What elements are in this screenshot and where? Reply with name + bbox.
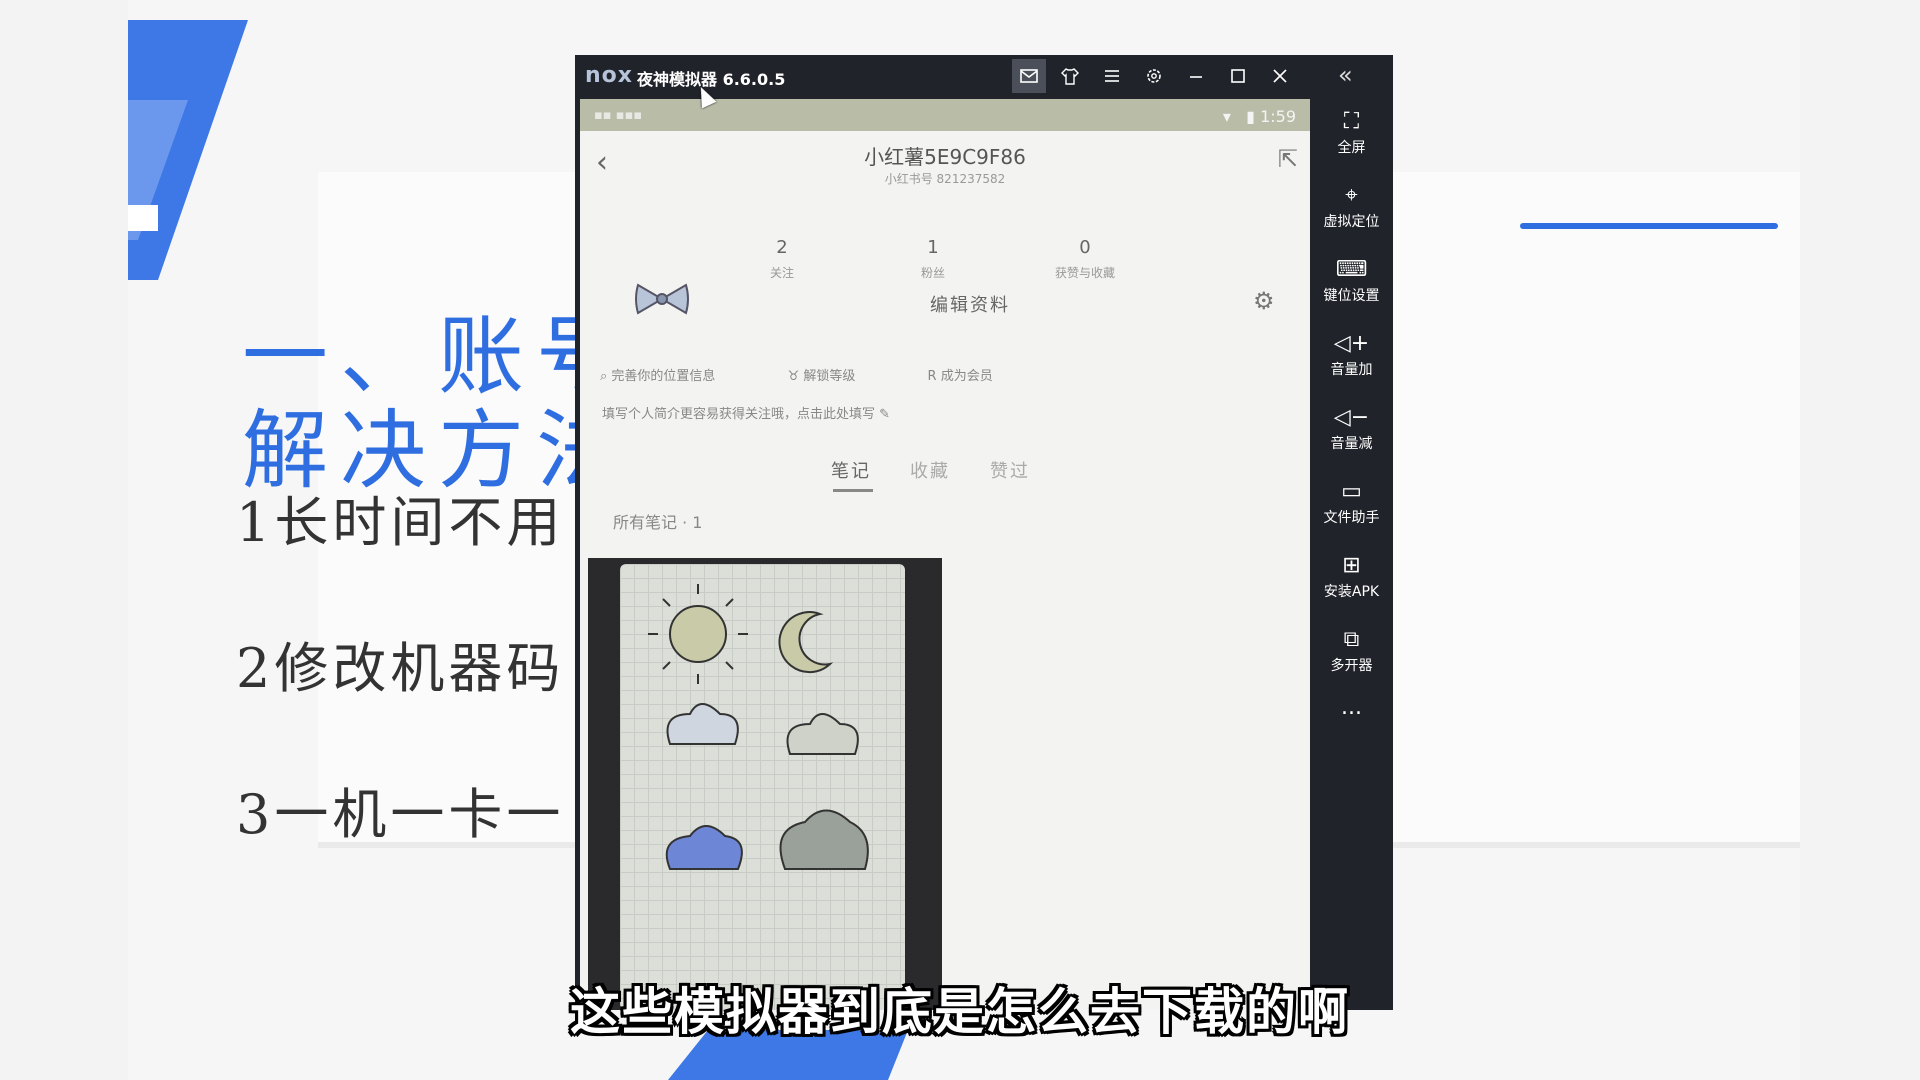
status-left-icons: ▪▪ ▪▪▪ xyxy=(594,108,643,123)
tab-liked[interactable]: 赞过 xyxy=(990,457,1030,483)
sidebar-item-volume-up[interactable]: ◁+ 音量加 xyxy=(1310,331,1393,379)
tab-notes[interactable]: 笔记 xyxy=(831,457,871,483)
maximize-icon[interactable] xyxy=(1221,59,1255,93)
emulator-sidebar: « ⛶ 全屏 ⌖ 虚拟定位 ⌨ 键位设置 ◁+ 音量加 ◁− 音量减 ▭ 文件助… xyxy=(1310,55,1393,1010)
wifi-icon: ▾ xyxy=(1222,107,1231,126)
close-icon[interactable] xyxy=(1263,59,1297,93)
tab-indicator xyxy=(833,489,873,492)
chip-member-label: 成为会员 xyxy=(940,369,993,384)
sidebar-item-label: 安装APK xyxy=(1323,584,1380,600)
bio-prompt[interactable]: 填写个人简介更容易获得关注哦，点击此处填写 ✎ xyxy=(602,403,890,422)
sidebar-item-label: 全屏 xyxy=(1337,140,1366,156)
pencil-icon: ✎ xyxy=(879,407,891,422)
bio-prompt-text: 填写个人简介更容易获得关注哦，点击此处填写 xyxy=(602,407,876,422)
more-icon: ... xyxy=(1341,695,1362,720)
chip-level-label: 解锁等级 xyxy=(803,369,856,384)
note-card[interactable] xyxy=(588,558,942,1010)
profile-page: ‹ 小红薯5E9C9F86 小红书号 821237582 ⇱ 2 关注 1 粉丝… xyxy=(580,131,1310,1010)
sidebar-item-multi-instance[interactable]: ⧉ 多开器 xyxy=(1310,627,1393,675)
battery-icon: ▮ xyxy=(1246,107,1255,126)
stat-following-label: 关注 xyxy=(769,266,794,280)
slide-item-1: 1长时间不用 xyxy=(236,491,565,554)
volume-up-icon: ◁+ xyxy=(1333,331,1370,356)
gear-icon[interactable] xyxy=(1137,59,1171,93)
sidebar-item-keymap[interactable]: ⌨ 键位设置 xyxy=(1310,257,1393,305)
stat-followers[interactable]: 1 粉丝 xyxy=(863,237,1003,281)
all-notes-count: 所有笔记 · 1 xyxy=(613,513,703,532)
stat-likes-label: 获赞与收藏 xyxy=(1054,266,1115,280)
video-subtitle: 这些模拟器到底是怎么去下载的啊 xyxy=(570,983,1350,1041)
stat-following-value: 2 xyxy=(776,237,788,258)
sidebar-item-volume-down[interactable]: ◁− 音量减 xyxy=(1310,405,1393,453)
mail-icon[interactable] xyxy=(1012,59,1046,93)
minimize-icon[interactable] xyxy=(1179,59,1213,93)
sidebar-item-label: 音量减 xyxy=(1330,436,1373,452)
fullscreen-icon: ⛶ xyxy=(1343,109,1360,134)
profile-id: 小红书号 821237582 xyxy=(884,172,1006,186)
android-screen[interactable]: ▪▪ ▪▪▪ ▾ ▮ 1:59 ‹ 小红薯5E9C9F86 小红书号 82123… xyxy=(580,99,1310,1010)
sidebar-item-install-apk[interactable]: ⊞ 安装APK xyxy=(1310,553,1393,601)
profile-chips: ⌕ 完善你的位置信息 ♉ 解锁等级 R 成为会员 xyxy=(600,365,1061,384)
profile-name: 小红薯5E9C9F86 xyxy=(864,145,1026,169)
slide-item-2: 2修改机器码 xyxy=(236,637,565,700)
stat-followers-label: 粉丝 xyxy=(920,266,945,280)
sidebar-item-label: 文件助手 xyxy=(1323,510,1380,526)
sidebar-item-label: 键位设置 xyxy=(1323,288,1380,304)
status-time: 1:59 xyxy=(1260,107,1296,126)
sidebar-item-file-helper[interactable]: ▭ 文件助手 xyxy=(1310,479,1393,527)
avatar[interactable] xyxy=(632,279,692,319)
chip-member[interactable]: R 成为会员 xyxy=(928,369,1027,384)
slide-item-3: 3一机一卡一 xyxy=(236,783,565,846)
share-icon[interactable]: ⇱ xyxy=(1278,145,1298,173)
sidebar-item-label: 虚拟定位 xyxy=(1323,214,1380,230)
chip-level[interactable]: ♉ 解锁等级 xyxy=(788,369,890,384)
settings-gear-icon[interactable]: ⚙ xyxy=(1253,287,1275,315)
sidebar-item-location[interactable]: ⌖ 虚拟定位 xyxy=(1310,183,1393,231)
location-icon: ⌖ xyxy=(1345,183,1358,208)
note-image xyxy=(620,564,905,1010)
volume-down-icon: ◁− xyxy=(1333,405,1370,430)
multi-instance-icon: ⧉ xyxy=(1343,627,1360,652)
weather-stickers-image xyxy=(648,584,869,870)
emulator-title: 夜神模拟器 6.6.0.5 xyxy=(637,70,786,89)
sidebar-item-fullscreen[interactable]: ⛶ 全屏 xyxy=(1310,109,1393,157)
nox-logo: nox xyxy=(585,63,633,88)
chip-location-label: 完善你的位置信息 xyxy=(611,369,716,384)
status-right: ▾ ▮ 1:59 xyxy=(1223,107,1296,126)
emulator-window: nox 夜神模拟器 6.6.0.5 ▪▪ ▪▪▪ ▾ ▮ 1:59 ‹ 小红薯5… xyxy=(575,55,1393,1010)
stat-likes-value: 0 xyxy=(1079,237,1091,258)
sidebar-item-more[interactable]: ... xyxy=(1310,695,1393,721)
chip-location[interactable]: ⌕ 完善你的位置信息 xyxy=(600,369,749,384)
stat-following[interactable]: 2 关注 xyxy=(712,237,852,281)
monitor-icon: ▭ xyxy=(1341,479,1362,504)
double-chevron-left-icon[interactable]: « xyxy=(1338,61,1353,89)
edit-profile-button[interactable]: 编辑资料 xyxy=(930,291,1010,317)
sidebar-item-label: 多开器 xyxy=(1330,658,1373,674)
slide-corner-decoration xyxy=(128,20,248,280)
sidebar-item-label: 音量加 xyxy=(1330,362,1373,378)
android-status-bar: ▪▪ ▪▪▪ ▾ ▮ 1:59 xyxy=(580,99,1310,131)
emulator-titlebar[interactable]: nox 夜神模拟器 6.6.0.5 xyxy=(575,55,1310,97)
tab-collections[interactable]: 收藏 xyxy=(910,457,950,483)
menu-icon[interactable] xyxy=(1095,59,1129,93)
stat-followers-value: 1 xyxy=(927,237,939,258)
slide-accent-bar xyxy=(1520,223,1778,229)
stat-likes[interactable]: 0 获赞与收藏 xyxy=(1015,237,1155,281)
keyboard-icon: ⌨ xyxy=(1335,257,1368,282)
install-apk-icon: ⊞ xyxy=(1342,553,1361,578)
shirt-icon[interactable] xyxy=(1053,59,1087,93)
